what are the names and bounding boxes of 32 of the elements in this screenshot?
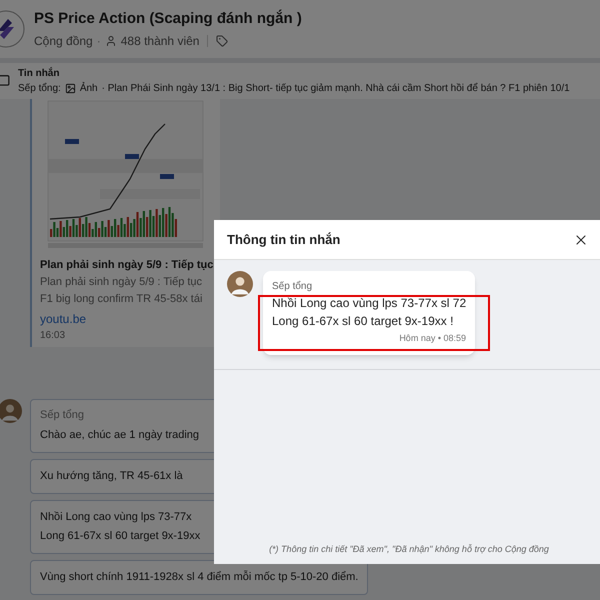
message-icon xyxy=(0,74,10,88)
link-description: F1 big long confirm TR 45-58x tái xyxy=(40,292,204,306)
message-text: Chào ae, chúc ae 1 ngày trading xyxy=(40,428,200,443)
message-text: Nhồi Long cao vùng lps 73-77x xyxy=(40,510,193,525)
message-time: Hôm nay • 08:59 xyxy=(399,332,466,345)
sender-name: Sếp tổng xyxy=(40,408,86,422)
sender-name: Sếp tổng xyxy=(272,280,314,294)
pinned-message-bar[interactable]: Tin nhắn Sếp tổng: Ảnh · Plan Phái Sinh ngày 13/1 : Big Short- tiếp tục giảm mạnh. Nhà cái cầm Short hồi để bán ? F1 phiên 10/1 xyxy=(0,63,600,99)
image-icon xyxy=(64,83,76,94)
message-text: Xu hướng tăng, TR 45-61x là xyxy=(40,469,184,484)
separator-dot: · xyxy=(96,33,101,50)
member-count: 488 thành viên xyxy=(120,33,200,50)
group-type: Cộng đồng xyxy=(34,33,93,50)
link-card[interactable]: Plan phải sinh ngày 5/9 : Tiếp tục Plan phải sinh ngày 5/9 : Tiếp tục F1 big long confirm TR 45-58x tái youtu.be 16:03 xyxy=(30,99,220,346)
group-title: PS Price Action (Scaping đánh ngắn ) xyxy=(34,8,302,29)
link-title: Plan phải sinh ngày 5/9 : Tiếp tục xyxy=(40,258,214,273)
footnote: (*) Thông tin chi tiết "Đã xem", "Đã nhận" không hỗ trợ cho Cộng đồng xyxy=(269,542,549,556)
pinned-sender: Sếp tổng: xyxy=(18,82,61,96)
members-icon xyxy=(104,35,117,48)
message-bubble[interactable]: Vùng short chính 1911-1928x sl 4 điểm mỗi mốc tp 5-10-20 điểm. xyxy=(30,560,368,595)
message-text: Nhồi Long cao vùng lps 73-77x sl 72 xyxy=(272,295,466,312)
sender-avatar xyxy=(227,271,253,297)
pinned-text: · Plan Phái Sinh ngày 13/1 : Big Short- tiếp tục giảm mạnh. Nhà cái cầm Short hồi để bán ? F1 phiên 10/1 xyxy=(102,82,570,96)
tag-icon[interactable] xyxy=(216,35,228,48)
pinned-label: Tin nhắn xyxy=(18,66,60,81)
message-text: Long 61-67x sl 60 target 9x-19xx xyxy=(40,529,202,544)
dialog-title: Thông tin tin nhắn xyxy=(227,230,340,249)
message-text: Long 61-67x sl 60 target 9x-19xx ! xyxy=(272,313,454,330)
message-time: 16:03 xyxy=(40,328,66,342)
message-text: Vùng short chính 1911-1928x sl 4 điểm mỗi mốc tp 5-10-20 điểm. xyxy=(40,570,358,585)
link-description: Plan phải sinh ngày 5/9 : Tiếp tục xyxy=(40,274,204,290)
pinned-attachment: Ảnh xyxy=(80,81,98,96)
